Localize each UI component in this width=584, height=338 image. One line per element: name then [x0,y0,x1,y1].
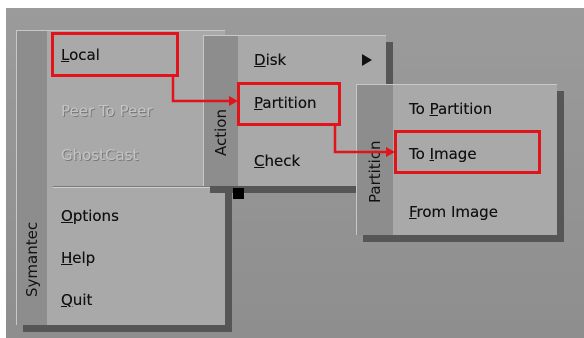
arrow-head-to-image [386,147,395,157]
connector-arrow-partition-to-image [333,126,386,154]
connector-arrow-local-to-partition [171,77,229,103]
arrow-head-partition [229,96,238,106]
connector-arrows [171,77,395,157]
